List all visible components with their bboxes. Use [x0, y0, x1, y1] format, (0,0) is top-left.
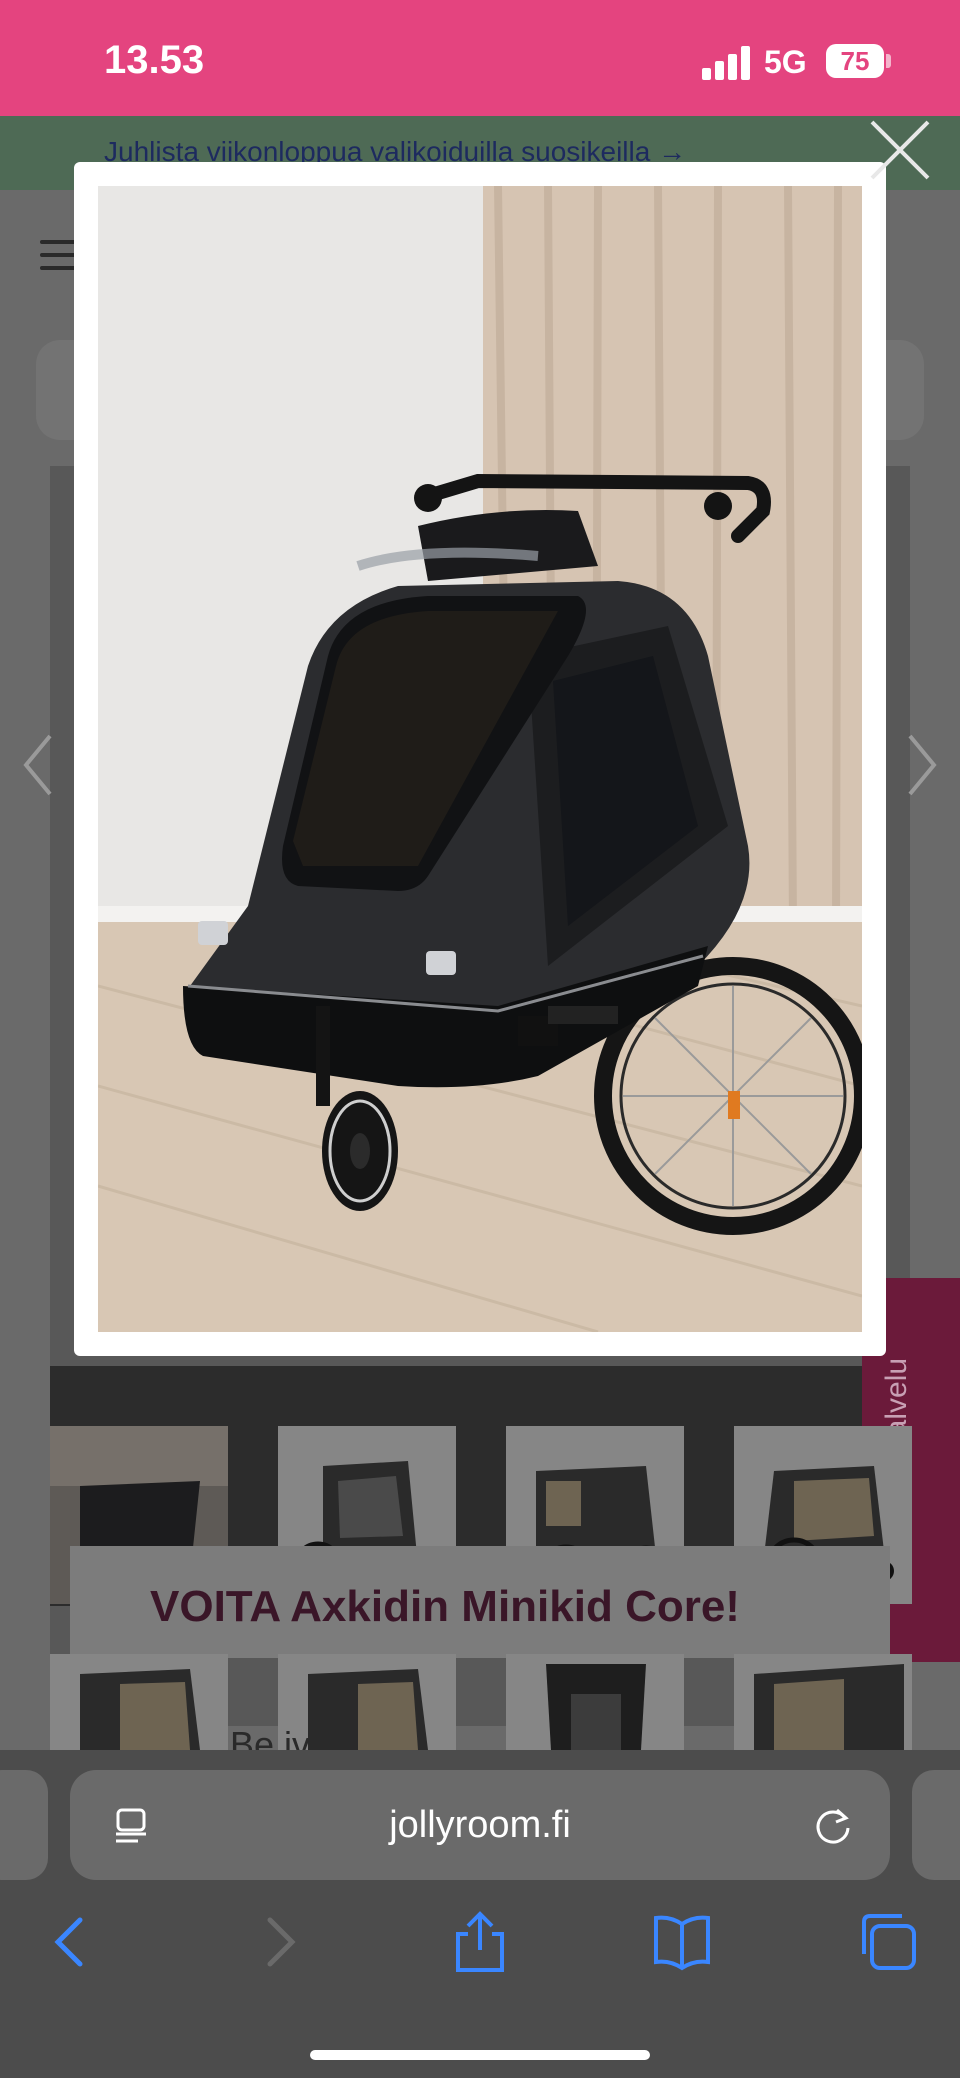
tabs-icon[interactable] [856, 1910, 920, 1974]
product-photo[interactable] [98, 186, 862, 1332]
menu-icon[interactable] [40, 240, 76, 270]
url-text: jollyroom.fi [389, 1804, 571, 1846]
signal-icon [702, 46, 750, 80]
browser-toolbar: jollyroom.fi [0, 1750, 960, 2078]
thumbnail[interactable] [50, 1654, 228, 1750]
thumbnail[interactable] [506, 1654, 684, 1750]
stroller-image [98, 186, 862, 1332]
close-icon[interactable] [866, 116, 934, 184]
battery-icon: 75 [826, 44, 884, 78]
thumbnail[interactable] [734, 1654, 912, 1750]
prev-image-icon[interactable] [18, 730, 58, 800]
promo-banner[interactable]: VOITA Axkidin Minikid Core! [70, 1546, 890, 1658]
network-type: 5G [764, 44, 807, 80]
image-modal [74, 162, 886, 1356]
home-indicator[interactable] [310, 2050, 650, 2060]
clock: 13.53 [104, 38, 205, 82]
bookmarks-icon[interactable] [650, 1910, 714, 1974]
screen: 13.53 5G 75 Juhlista viikonloppua valiko… [0, 0, 960, 2078]
reload-icon[interactable] [812, 1804, 854, 1846]
battery-level: 75 [840, 46, 870, 76]
forward-icon[interactable] [246, 1910, 310, 1974]
next-image-icon[interactable] [902, 730, 942, 800]
share-icon[interactable] [448, 1910, 512, 1974]
status-bar: 13.53 5G 75 [0, 0, 960, 116]
next-tab[interactable] [912, 1770, 960, 1880]
back-icon[interactable] [40, 1910, 104, 1974]
address-bar[interactable]: jollyroom.fi [70, 1770, 890, 1880]
promo-banner-text: VOITA Axkidin Minikid Core! [150, 1582, 740, 1631]
battery-tip [886, 54, 891, 68]
previous-tab[interactable] [0, 1770, 48, 1880]
